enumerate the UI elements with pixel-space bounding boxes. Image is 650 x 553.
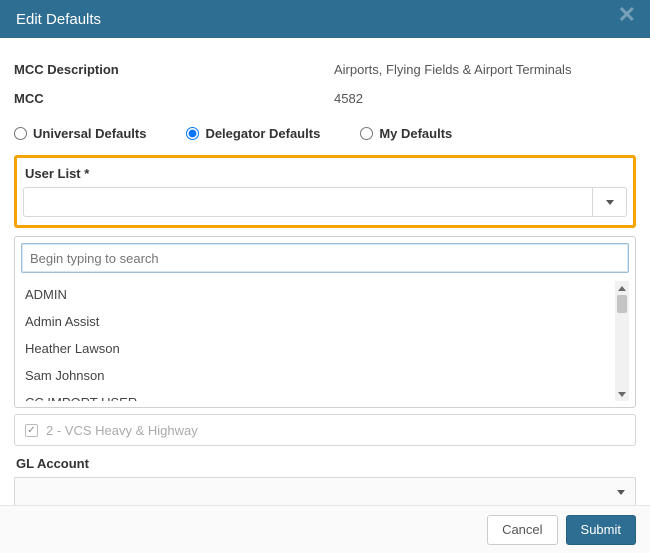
scroll-thumb[interactable] bbox=[617, 295, 627, 313]
list-item[interactable]: Sam Johnson bbox=[21, 362, 629, 389]
checkbox-icon bbox=[25, 424, 38, 437]
universal-defaults-radio[interactable] bbox=[14, 127, 27, 140]
my-defaults-radio[interactable] bbox=[360, 127, 373, 140]
mcc-description-label: MCC Description bbox=[14, 62, 334, 77]
scroll-up-button[interactable] bbox=[615, 281, 629, 295]
user-list-search-input[interactable] bbox=[21, 243, 629, 273]
list-item[interactable]: Admin Assist bbox=[21, 308, 629, 335]
cancel-button[interactable]: Cancel bbox=[487, 515, 557, 545]
user-list-dropdown-toggle[interactable] bbox=[592, 188, 626, 216]
delegator-defaults-option[interactable]: Delegator Defaults bbox=[186, 126, 320, 141]
user-list-label: User List * bbox=[25, 166, 627, 181]
list-item[interactable]: ADMIN bbox=[21, 281, 629, 308]
chevron-down-icon bbox=[617, 490, 625, 495]
delegator-defaults-label: Delegator Defaults bbox=[205, 126, 320, 141]
modal-title: Edit Defaults bbox=[16, 11, 101, 28]
modal-footer: Cancel Submit bbox=[0, 505, 650, 553]
mcc-description-row: MCC Description Airports, Flying Fields … bbox=[14, 62, 636, 77]
triangle-up-icon bbox=[618, 286, 626, 291]
user-list-display[interactable] bbox=[24, 188, 592, 216]
submit-button[interactable]: Submit bbox=[566, 515, 636, 545]
my-defaults-label: My Defaults bbox=[379, 126, 452, 141]
gl-account-label: GL Account bbox=[16, 456, 636, 471]
triangle-down-icon bbox=[618, 392, 626, 397]
modal-body: MCC Description Airports, Flying Fields … bbox=[0, 38, 650, 507]
mcc-description-value: Airports, Flying Fields & Airport Termin… bbox=[334, 62, 571, 77]
mcc-row: MCC 4582 bbox=[14, 91, 636, 106]
delegator-defaults-radio[interactable] bbox=[186, 127, 199, 140]
modal-header: Edit Defaults ✕ bbox=[0, 0, 650, 38]
mcc-label: MCC bbox=[14, 91, 334, 106]
mcc-value: 4582 bbox=[334, 91, 363, 106]
close-icon[interactable]: ✕ bbox=[618, 4, 636, 26]
user-list-field-highlight: User List * bbox=[14, 155, 636, 228]
background-selection-label: 2 - VCS Heavy & Highway bbox=[46, 423, 198, 438]
list-item[interactable]: Heather Lawson bbox=[21, 335, 629, 362]
gl-account-select[interactable] bbox=[14, 477, 636, 507]
user-list-select[interactable] bbox=[23, 187, 627, 217]
my-defaults-option[interactable]: My Defaults bbox=[360, 126, 452, 141]
user-list-options: ADMIN Admin Assist Heather Lawson Sam Jo… bbox=[21, 281, 629, 401]
universal-defaults-label: Universal Defaults bbox=[33, 126, 146, 141]
chevron-down-icon bbox=[606, 200, 614, 205]
list-item[interactable]: CC IMPORT USER bbox=[21, 389, 629, 401]
defaults-radio-group: Universal Defaults Delegator Defaults My… bbox=[14, 120, 636, 155]
user-list-dropdown-panel: ADMIN Admin Assist Heather Lawson Sam Jo… bbox=[14, 236, 636, 408]
scroll-down-button[interactable] bbox=[615, 387, 629, 401]
background-selection-row: 2 - VCS Heavy & Highway bbox=[14, 414, 636, 446]
scrollbar[interactable] bbox=[615, 281, 629, 401]
universal-defaults-option[interactable]: Universal Defaults bbox=[14, 126, 146, 141]
